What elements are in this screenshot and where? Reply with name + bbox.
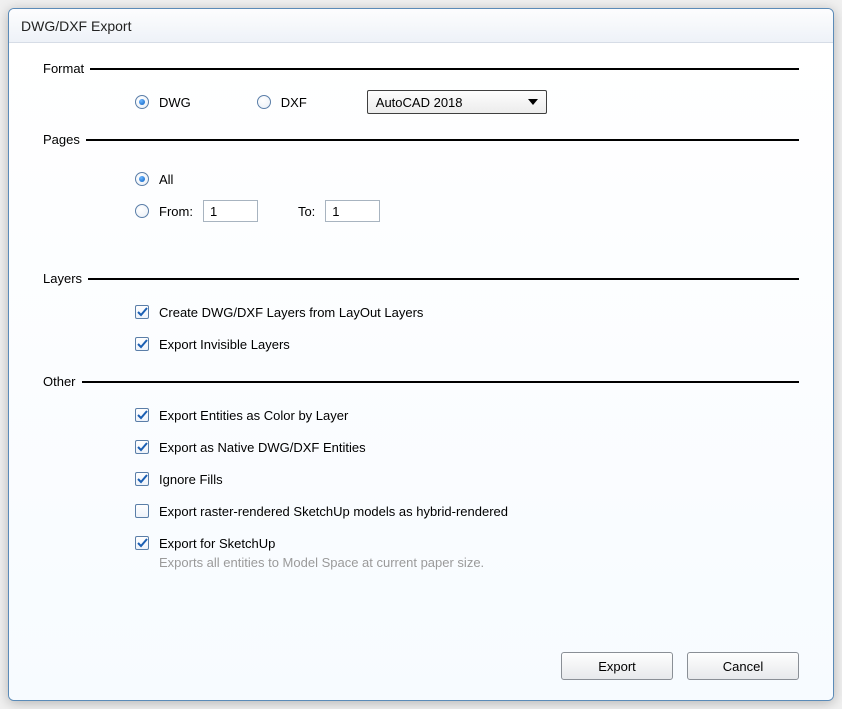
checkbox-native-entities[interactable] [135,440,149,454]
radio-dxf-label: DXF [281,95,307,110]
radio-pages-range[interactable] [135,204,149,218]
section-title-format: Format [43,61,84,76]
radio-dwg-label: DWG [159,95,191,110]
check-icon [137,474,148,485]
section-title-pages: Pages [43,132,80,147]
section-layers: Layers Create DWG/DXF Layers from LayOut… [43,271,799,356]
checkbox-native-entities-label: Export as Native DWG/DXF Entities [159,440,366,455]
chevron-down-icon [528,99,538,105]
checkbox-color-by-layer-label: Export Entities as Color by Layer [159,408,348,423]
check-icon [137,538,148,549]
check-icon [137,307,148,318]
divider [90,68,799,70]
checkbox-export-invisible-label: Export Invisible Layers [159,337,290,352]
radio-pages-all[interactable] [135,172,149,186]
section-header-format: Format [43,61,799,76]
checkbox-create-layers-label: Create DWG/DXF Layers from LayOut Layers [159,305,423,320]
titlebar: DWG/DXF Export [9,9,833,43]
button-row: Export Cancel [561,652,799,680]
section-format: Format DWG DXF AutoCAD 2018 [43,61,799,114]
checkbox-export-for-sketchup-label: Export for SketchUp [159,536,275,551]
checkbox-ignore-fills-label: Ignore Fills [159,472,223,487]
checkbox-export-invisible[interactable] [135,337,149,351]
radio-dxf[interactable] [257,95,271,109]
section-title-layers: Layers [43,271,82,286]
window-title: DWG/DXF Export [21,18,131,34]
pages-to-label: To: [298,204,315,219]
select-autocad-version[interactable]: AutoCAD 2018 [367,90,547,114]
cancel-button[interactable]: Cancel [687,652,799,680]
divider [82,381,799,383]
export-button[interactable]: Export [561,652,673,680]
checkbox-hybrid-rendered-label: Export raster-rendered SketchUp models a… [159,504,508,519]
divider [88,278,799,280]
checkbox-ignore-fills[interactable] [135,472,149,486]
pages-from-label: From: [159,204,193,219]
checkbox-create-layers[interactable] [135,305,149,319]
export-for-sketchup-hint: Exports all entities to Model Space at c… [135,555,799,570]
checkbox-color-by-layer[interactable] [135,408,149,422]
pages-to-input[interactable] [325,200,380,222]
section-pages: Pages All From: To: [43,132,799,253]
checkbox-hybrid-rendered[interactable] [135,504,149,518]
dialog-window: DWG/DXF Export Format DWG DXF AutoCAD 20… [8,8,834,701]
select-autocad-version-value: AutoCAD 2018 [376,95,528,110]
pages-from-input[interactable] [203,200,258,222]
section-other: Other Export Entities as Color by Layer … [43,374,799,570]
radio-dwg[interactable] [135,95,149,109]
section-title-other: Other [43,374,76,389]
section-header-other: Other [43,374,799,389]
radio-pages-all-label: All [159,172,173,187]
section-header-pages: Pages [43,132,799,147]
dialog-body: Format DWG DXF AutoCAD 2018 [9,43,833,700]
check-icon [137,339,148,350]
check-icon [137,442,148,453]
divider [86,139,799,141]
check-icon [137,410,148,421]
checkbox-export-for-sketchup[interactable] [135,536,149,550]
section-header-layers: Layers [43,271,799,286]
